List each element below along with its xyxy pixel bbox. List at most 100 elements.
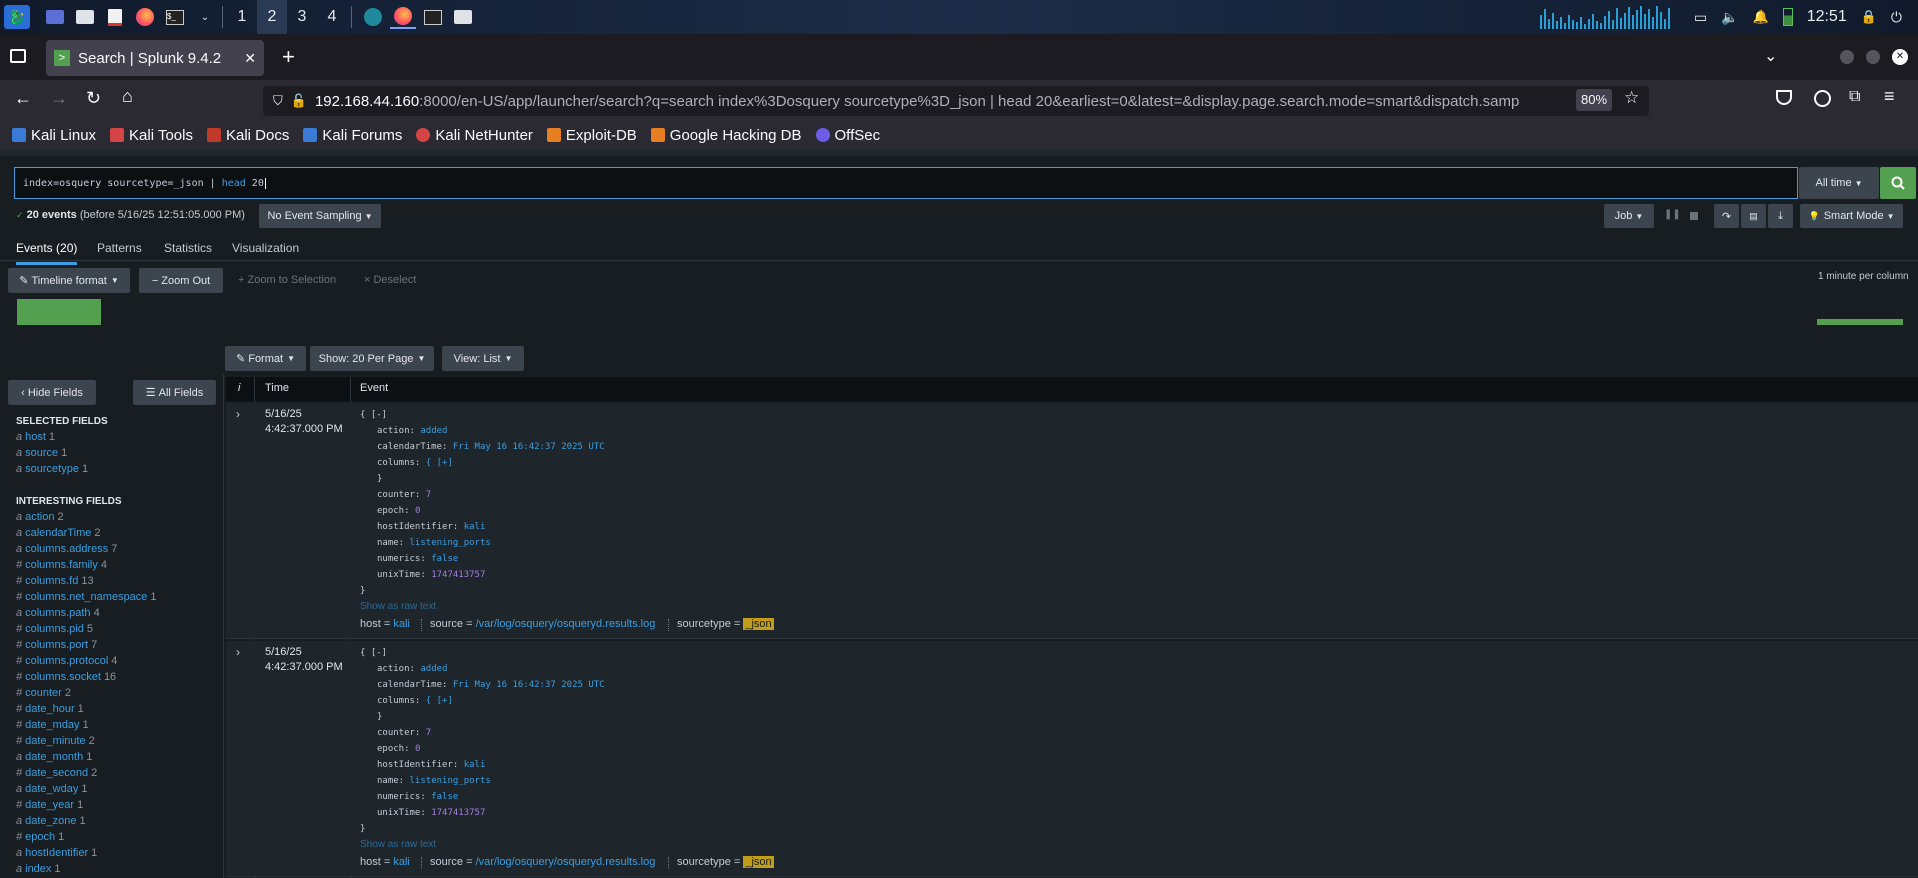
tab-statistics[interactable]: Statistics (164, 241, 212, 255)
event-json-line[interactable]: columns: { [+] (377, 696, 453, 706)
clock[interactable]: 12:51 (1807, 8, 1847, 26)
account-icon[interactable] (1814, 90, 1831, 107)
shield-icon[interactable]: ⛉ (273, 93, 283, 109)
all-fields-button[interactable]: ☰ All Fields (133, 380, 216, 405)
field-date-minute[interactable]: # date_minute 2 (16, 735, 95, 747)
window-minimize-icon[interactable] (1840, 50, 1854, 64)
time-range-picker[interactable]: All time ▼ (1799, 167, 1879, 199)
header-event[interactable]: Event (360, 382, 388, 394)
field-epoch[interactable]: # epoch 1 (16, 831, 64, 843)
export-button[interactable]: ⤓ (1768, 204, 1793, 228)
bookmark-offsec[interactable]: OffSec (815, 127, 880, 144)
display-icon[interactable]: ▭ (1694, 9, 1707, 26)
folder-window-icon[interactable] (450, 5, 476, 29)
field-columns-port[interactable]: # columns.port 7 (16, 639, 97, 651)
bookmark-kali-tools[interactable]: Kali Tools (110, 127, 193, 144)
print-button[interactable]: ▤ (1741, 204, 1766, 228)
reload-icon[interactable]: ↻ (86, 88, 101, 109)
kali-menu-icon[interactable]: 🐉 (4, 5, 30, 29)
url-bar[interactable]: ⛉ 🔓 192.168.44.160 :8000/en-US/app/launc… (263, 86, 1649, 116)
share-button[interactable]: ↷ (1714, 204, 1739, 228)
timeline-bar-end[interactable] (1817, 319, 1903, 325)
event-json-line[interactable]: { [-] (360, 648, 387, 658)
workspace-3[interactable]: 3 (287, 0, 317, 34)
workspace-4[interactable]: 4 (317, 0, 347, 34)
pause-icon[interactable]: ❚❚ (1664, 209, 1681, 220)
timeline-bar-start[interactable] (17, 299, 101, 325)
bookmark-star-icon[interactable]: ☆ (1624, 88, 1639, 108)
files-icon[interactable] (72, 5, 98, 29)
deselect-button[interactable]: × Deselect (364, 274, 416, 286)
show-raw-text-link[interactable]: Show as raw text (360, 839, 436, 850)
meta-host[interactable]: host = kali (360, 618, 410, 630)
field-columns-net-namespace[interactable]: # columns.net_namespace 1 (16, 591, 157, 603)
firefox-window-icon[interactable] (390, 5, 416, 29)
window-close-icon[interactable]: ✕ (1892, 49, 1908, 65)
field-columns-address[interactable]: a columns.address 7 (16, 543, 117, 555)
field-date-month[interactable]: a date_month 1 (16, 751, 92, 763)
field-calendarTime[interactable]: a calendarTime 2 (16, 527, 100, 539)
field-host[interactable]: a host 1 (16, 431, 55, 443)
timeline-format-dropdown[interactable]: ✎ Timeline format ▼ (8, 268, 130, 293)
zoom-out-button[interactable]: − Zoom Out (139, 268, 223, 293)
zoom-to-selection-button[interactable]: + Zoom to Selection (238, 274, 336, 286)
battery-icon[interactable] (1782, 8, 1793, 26)
field-index[interactable]: a index 1 (16, 863, 61, 875)
meta-source[interactable]: source = /var/log/osquery/osqueryd.resul… (430, 618, 655, 630)
hamburger-menu-icon[interactable]: ≡ (1884, 86, 1895, 107)
extensions-icon[interactable]: ⧉ (1849, 88, 1860, 106)
bookmark-exploit-db[interactable]: Exploit-DB (546, 127, 637, 144)
tab-close-icon[interactable]: ✕ (244, 50, 256, 67)
text-editor-icon[interactable] (102, 5, 128, 29)
field-counter[interactable]: # counter 2 (16, 687, 71, 699)
terminal-icon[interactable]: $_ (162, 5, 188, 29)
per-page-dropdown[interactable]: Show: 20 Per Page ▼ (310, 346, 434, 371)
workspace-1[interactable]: 1 (227, 0, 257, 34)
field-columns-fd[interactable]: # columns.fd 13 (16, 575, 94, 587)
zoom-level-badge[interactable]: 80% (1576, 89, 1612, 111)
workspace-2[interactable]: 2 (257, 0, 287, 34)
meta-sourcetype[interactable]: sourcetype = _json (677, 856, 774, 868)
field-date-wday[interactable]: a date_wday 1 (16, 783, 87, 795)
volume-icon[interactable]: 🔈 (1721, 9, 1738, 26)
bookmark-kali-nethunter[interactable]: Kali NetHunter (416, 127, 533, 144)
field-columns-path[interactable]: a columns.path 4 (16, 607, 100, 619)
field-source[interactable]: a source 1 (16, 447, 67, 459)
job-menu[interactable]: Job ▼ (1604, 204, 1654, 228)
field-date-mday[interactable]: # date_mday 1 (16, 719, 89, 731)
search-mode-dropdown[interactable]: 💡 Smart Mode ▼ (1800, 204, 1903, 228)
power-icon[interactable]: ⏻ (1891, 9, 1902, 26)
field-date-year[interactable]: # date_year 1 (16, 799, 83, 811)
expand-chevron-icon[interactable]: › (236, 645, 240, 659)
meta-sourcetype[interactable]: sourcetype = _json (677, 618, 774, 630)
firefox-icon[interactable] (132, 5, 158, 29)
new-tab-icon[interactable]: + (282, 44, 295, 70)
search-button[interactable] (1880, 167, 1916, 199)
event-json-line[interactable]: columns: { [+] (377, 458, 453, 468)
event-sampling-dropdown[interactable]: No Event Sampling ▼ (259, 204, 381, 228)
tab-patterns[interactable]: Patterns (97, 241, 142, 255)
event-json-line[interactable]: { [-] (360, 410, 387, 420)
window-maximize-icon[interactable] (1866, 50, 1880, 64)
bookmark-google-hacking-db[interactable]: Google Hacking DB (650, 127, 802, 144)
header-time[interactable]: Time (265, 382, 289, 394)
field-sourcetype[interactable]: a sourcetype 1 (16, 463, 88, 475)
field-date-hour[interactable]: # date_hour 1 (16, 703, 84, 715)
bookmark-kali-forums[interactable]: Kali Forums (303, 127, 402, 144)
tab-visualization[interactable]: Visualization (232, 241, 299, 255)
view-dropdown[interactable]: View: List ▼ (442, 346, 524, 371)
field-columns-family[interactable]: # columns.family 4 (16, 559, 107, 571)
tab-events[interactable]: Events (20) (16, 241, 78, 265)
format-dropdown[interactable]: ✎ Format ▼ (225, 346, 306, 371)
field-date-second[interactable]: # date_second 2 (16, 767, 97, 779)
meta-source[interactable]: source = /var/log/osquery/osqueryd.resul… (430, 856, 655, 868)
insecure-lock-icon[interactable]: 🔓 (291, 93, 307, 109)
tab-list-chevron-icon[interactable]: ⌄ (1764, 46, 1777, 66)
chevron-down-icon[interactable]: ⌄ (192, 5, 218, 29)
show-raw-text-link[interactable]: Show as raw text (360, 601, 436, 612)
meta-host[interactable]: host = kali (360, 856, 410, 868)
notification-bell-icon[interactable]: 🔔 (1753, 9, 1769, 25)
terminal-window-icon[interactable] (420, 5, 446, 29)
stop-icon[interactable] (1690, 212, 1698, 220)
lock-icon[interactable]: 🔒 (1861, 9, 1877, 25)
